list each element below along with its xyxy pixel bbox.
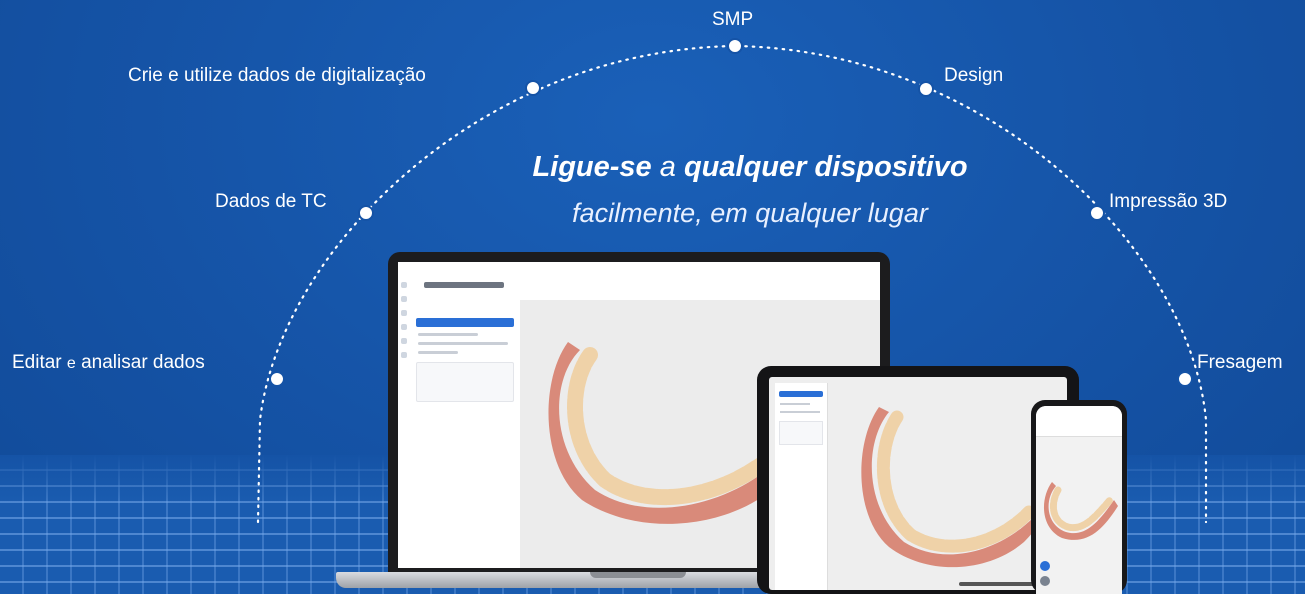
- label-ct-data: Dados de TC: [215, 191, 327, 212]
- label-edit-connector: e: [66, 355, 76, 372]
- laptop-notch: [590, 572, 686, 578]
- node-print3d: [1089, 205, 1105, 221]
- phone-app-screen: [1036, 406, 1122, 594]
- app-card: [416, 362, 514, 402]
- tablet-app-screen: [769, 377, 1067, 590]
- headline-bold-b: qualquer dispositivo: [683, 151, 968, 183]
- label-print3d: Impressão 3D: [1109, 191, 1228, 212]
- node-edit-data: [269, 371, 285, 387]
- label-scan-data: Crie e utilize dados de digitalização: [128, 65, 426, 86]
- headline-connector: a: [659, 151, 676, 183]
- headline-bold-a: Ligue-se: [532, 151, 652, 183]
- hero-banner: SMP Crie e utilize dados de digitalizaçã…: [0, 0, 1305, 594]
- label-edit-prefix: Editar: [12, 352, 62, 373]
- app-side-panel: [410, 300, 521, 568]
- label-edit-suffix: analisar dados: [81, 352, 205, 373]
- label-smp: SMP: [712, 9, 754, 30]
- tablet-scrollbar: [959, 582, 1039, 586]
- headline-line2: facilmente, em qualquer lugar: [572, 198, 928, 228]
- label-edit-data: Editar e analisar dados: [12, 352, 205, 374]
- phone-header: [1036, 406, 1122, 437]
- tablet-side-panel: [775, 383, 828, 590]
- label-milling: Fresagem: [1197, 352, 1283, 373]
- node-milling: [1177, 371, 1193, 387]
- phone-action-dot: [1040, 561, 1050, 571]
- phone-action-dot-2: [1040, 576, 1050, 586]
- node-scan-data: [525, 80, 541, 96]
- phone-device: [1031, 400, 1127, 594]
- node-smp: [727, 38, 743, 54]
- jaw-model-phone: [1043, 482, 1118, 540]
- node-ct-data: [358, 205, 374, 221]
- headline-line1: Ligue-se a qualquer dispositivo: [440, 151, 1060, 184]
- app-primary-button: [416, 318, 514, 327]
- app-header: [410, 274, 880, 301]
- label-design: Design: [944, 65, 1004, 86]
- node-design: [918, 81, 934, 97]
